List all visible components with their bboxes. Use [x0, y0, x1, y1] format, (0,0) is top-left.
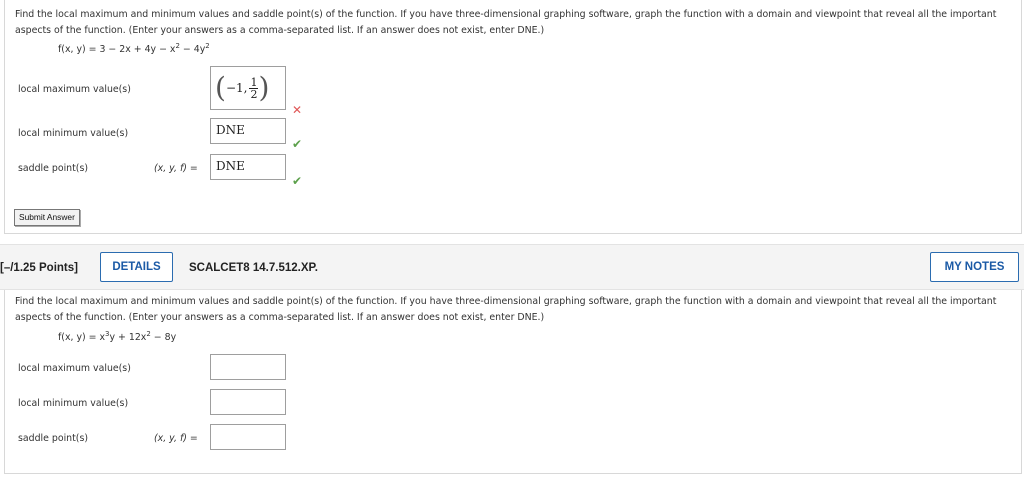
- saddle-label: saddle point(s): [18, 163, 88, 174]
- saddle-answer-field[interactable]: DNE: [210, 154, 286, 180]
- problem-1-function: f(x, y) = 3 − 2x + 4y − x2 − 4y2: [58, 42, 210, 56]
- incorrect-icon: ✕: [292, 103, 303, 117]
- saddle-prefix: (x, y, f) =: [154, 163, 198, 174]
- local-max-label: local maximum value(s): [18, 363, 131, 374]
- saddle-input[interactable]: [210, 424, 286, 450]
- exponent: 2: [205, 42, 210, 50]
- function-text: − 4y: [179, 44, 206, 55]
- equals-sign: =: [189, 433, 198, 444]
- fraction-denominator: 2: [250, 87, 258, 101]
- correct-icon: ✔: [292, 174, 303, 188]
- equals-sign: =: [189, 163, 198, 174]
- answer-part: −1,: [225, 81, 248, 95]
- paren-right: ): [258, 71, 270, 104]
- my-notes-button[interactable]: MY NOTES: [930, 252, 1019, 282]
- saddle-prefix-text: (x, y, f): [154, 433, 187, 444]
- problem-1-instructions: Find the local maximum and minimum value…: [15, 9, 997, 36]
- local-min-label: local minimum value(s): [18, 398, 129, 409]
- saddle-prefix-text: (x, y, f): [154, 163, 187, 174]
- local-min-input[interactable]: [210, 389, 286, 415]
- function-text: − 8y: [150, 332, 177, 343]
- fraction-numerator: 1: [250, 75, 258, 89]
- problem-code: SCALCET8 14.7.512.XP.: [189, 262, 318, 274]
- correct-icon: ✔: [292, 137, 303, 151]
- function-text: f(x, y) = 3 − 2x + 4y − x: [58, 44, 176, 55]
- local-min-answer-field[interactable]: DNE: [210, 118, 286, 144]
- submit-answer-button[interactable]: Submit Answer: [14, 209, 80, 226]
- local-max-input[interactable]: [210, 354, 286, 380]
- local-max-label: local maximum value(s): [18, 84, 131, 95]
- local-min-label: local minimum value(s): [18, 128, 129, 139]
- details-button[interactable]: DETAILS: [100, 252, 173, 282]
- local-max-answer-field[interactable]: ( −1, 1 2 ): [210, 66, 286, 110]
- saddle-label: saddle point(s): [18, 433, 88, 444]
- function-text: f(x, y) = x: [58, 332, 106, 343]
- paren-left: (: [215, 71, 226, 104]
- function-text: y + 12x: [109, 332, 147, 343]
- problem-2-instructions: Find the local maximum and minimum value…: [15, 296, 997, 323]
- saddle-prefix: (x, y, f) =: [154, 433, 198, 444]
- problem-2-function: f(x, y) = x3y + 12x2 − 8y: [58, 331, 177, 344]
- fraction: 1 2: [249, 75, 259, 101]
- points-label: [–/1.25 Points]: [0, 262, 78, 274]
